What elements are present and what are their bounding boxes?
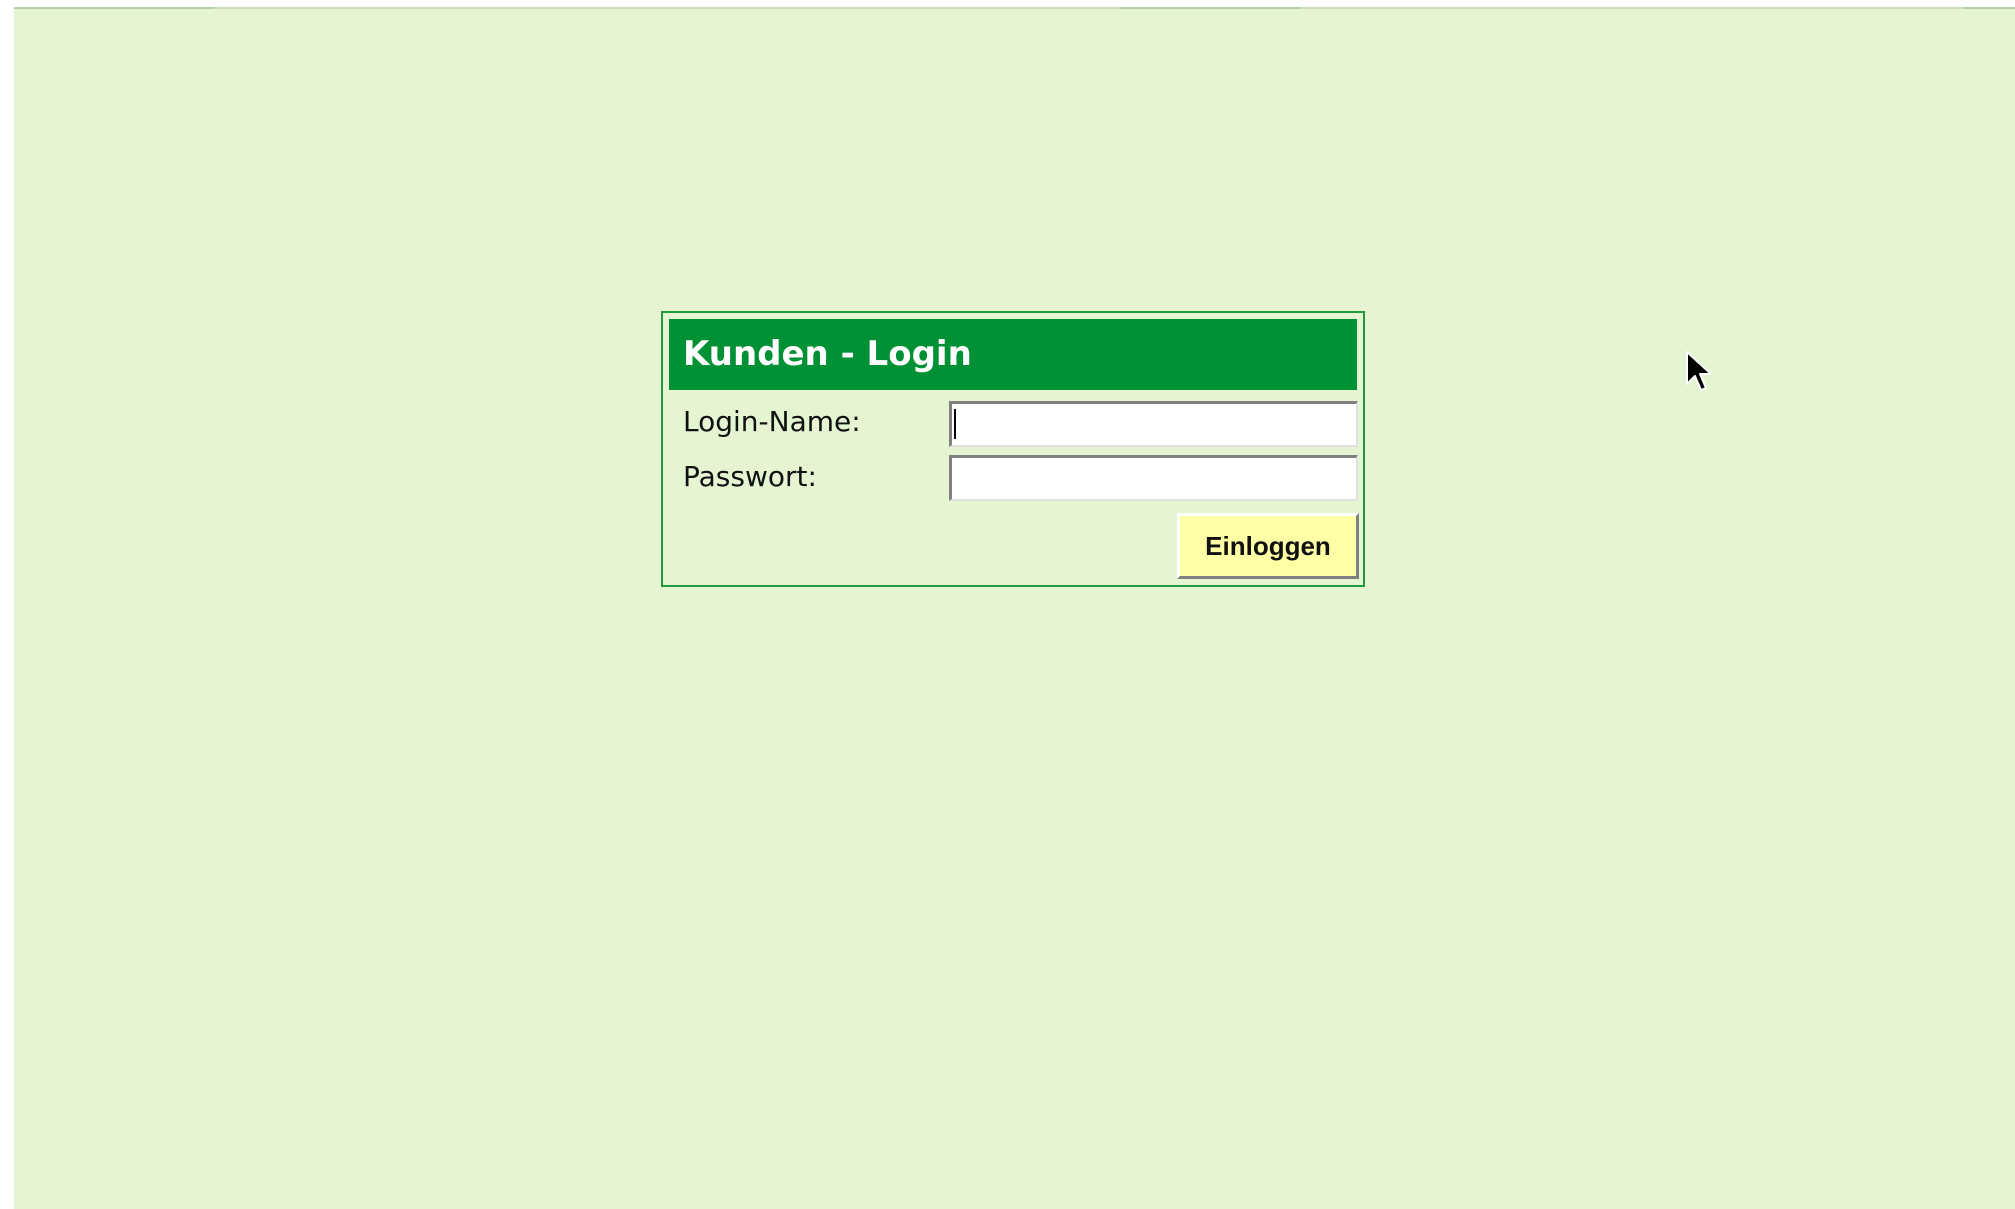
password-label: Passwort: bbox=[683, 460, 817, 493]
text-caret bbox=[954, 409, 956, 439]
mouse-pointer-icon bbox=[1686, 351, 1712, 391]
login-box: Kunden - Login Login-Name: Passwort: Ein… bbox=[661, 311, 1365, 587]
login-name-label: Login-Name: bbox=[683, 405, 861, 438]
login-name-input[interactable] bbox=[949, 401, 1358, 447]
password-input[interactable] bbox=[949, 455, 1358, 501]
login-title: Kunden - Login bbox=[669, 319, 1357, 390]
login-button[interactable]: Einloggen bbox=[1177, 513, 1359, 579]
page-background bbox=[14, 9, 2015, 1209]
